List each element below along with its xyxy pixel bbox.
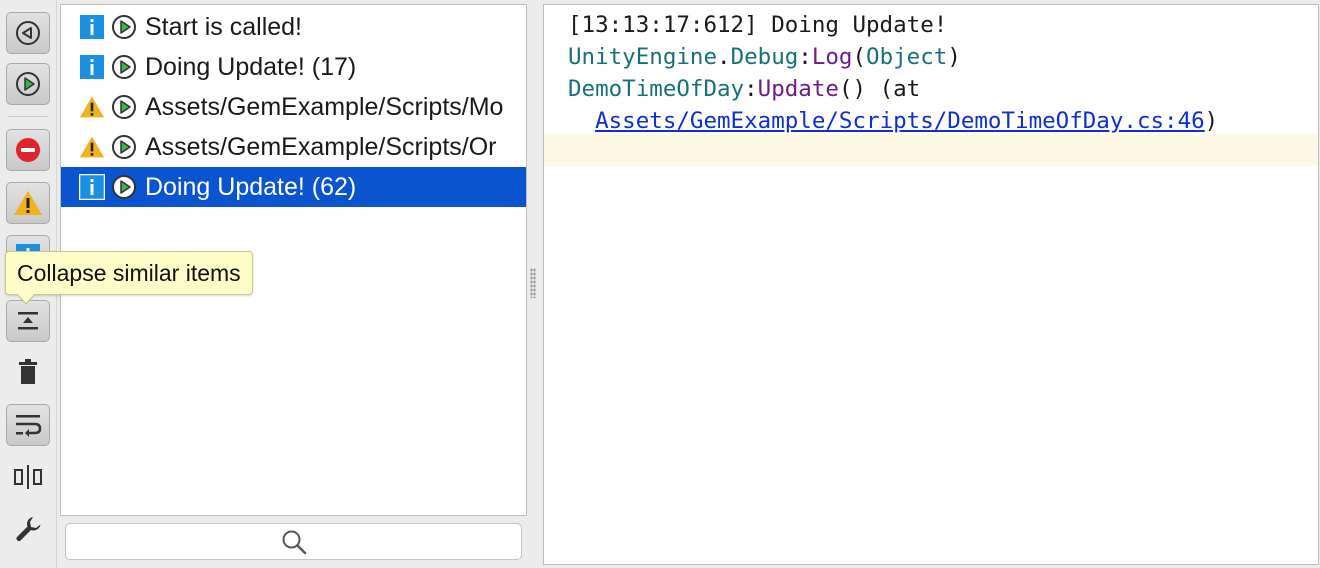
log-detail-message: [13:13:17:612] Doing Update!: [568, 12, 948, 38]
collapse-tooltip: Collapse similar items: [5, 251, 253, 295]
error-filter-button[interactable]: [6, 129, 50, 171]
play-icon: [112, 135, 136, 159]
log-search-input[interactable]: [65, 523, 522, 560]
log-message: Doing Update! (62): [145, 172, 357, 201]
collapse-icon: [18, 312, 38, 330]
log-row[interactable]: Doing Update! (17): [61, 47, 526, 87]
tooltip-arrow: [16, 293, 36, 305]
stack-trace: [13:13:17:612] Doing Update! UnityEngine…: [568, 12, 1219, 134]
warning-filter-icon: [14, 191, 42, 215]
log-message: Assets/GemExample/Scripts/Or: [145, 132, 497, 161]
info-icon: [79, 54, 105, 80]
info-icon: [79, 14, 105, 40]
error-filter-icon: [16, 138, 40, 162]
current-line-highlight: [544, 134, 1318, 166]
play-filter-button[interactable]: [6, 63, 50, 105]
search-icon: [282, 530, 306, 554]
play-icon: [112, 15, 136, 39]
pane-splitter-handle[interactable]: [530, 268, 536, 298]
split-view-button[interactable]: [6, 456, 50, 498]
unity-icon: [16, 21, 40, 45]
collapse-similar-button[interactable]: [6, 300, 50, 342]
log-row[interactable]: Assets/GemExample/Scripts/Or: [61, 127, 526, 167]
trash-icon: [19, 359, 37, 384]
log-message: Assets/GemExample/Scripts/Mo: [145, 92, 504, 121]
info-icon: [79, 174, 105, 200]
log-detail-pane[interactable]: [13:13:17:612] Doing Update! UnityEngine…: [543, 4, 1319, 565]
play-icon: [112, 95, 136, 119]
log-row[interactable]: Start is called!: [61, 7, 526, 47]
play-icon: [112, 55, 136, 79]
stack-frame: DemoTimeOfDay:Update() (at: [568, 76, 921, 102]
warning-icon: [79, 134, 105, 160]
log-message: Start is called!: [145, 12, 303, 41]
settings-button[interactable]: [6, 508, 50, 550]
log-row[interactable]: Assets/GemExample/Scripts/Mo: [61, 87, 526, 127]
warning-icon: [79, 94, 105, 120]
soft-wrap-button[interactable]: [6, 404, 50, 446]
soft-wrap-icon: [16, 415, 42, 437]
play-icon: [112, 175, 136, 199]
clear-console-button[interactable]: [6, 351, 50, 393]
toolbar-separator: [8, 116, 48, 117]
play-icon: [16, 72, 40, 96]
split-view-icon: [14, 465, 42, 489]
wrench-icon: [16, 517, 41, 541]
source-file-link[interactable]: Assets/GemExample/Scripts/DemoTimeOfDay.…: [595, 108, 1205, 134]
unity-filter-button[interactable]: [6, 12, 50, 54]
warning-filter-button[interactable]: [6, 182, 50, 224]
stack-frame: UnityEngine.Debug:Log(Object): [568, 44, 961, 70]
log-message: Doing Update! (17): [145, 52, 357, 81]
log-row-selected[interactable]: Doing Update! (62): [61, 167, 526, 207]
